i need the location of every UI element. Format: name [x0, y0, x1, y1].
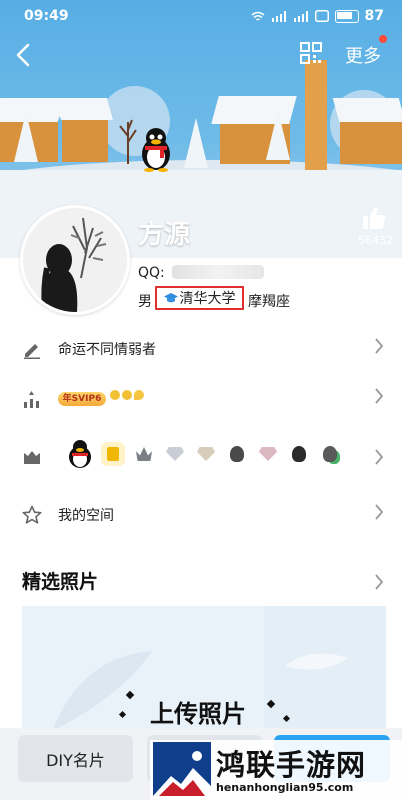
- tree-illustration: [266, 110, 290, 160]
- graduation-cap-icon: [163, 293, 178, 303]
- diamond-medal-icon: [163, 442, 187, 466]
- signal-icon: [271, 10, 286, 22]
- crown-medal-icon: [132, 442, 156, 466]
- qq-number-hidden: [172, 265, 264, 279]
- chevron-right-icon: [375, 504, 384, 520]
- signature-text: 命运不同情弱者: [58, 342, 156, 358]
- moon-level-icon: [134, 390, 144, 400]
- more-button[interactable]: 更多: [345, 42, 381, 68]
- avatar-image: [23, 208, 127, 312]
- like-count: 56432: [358, 234, 393, 247]
- tree-illustration: [14, 112, 38, 162]
- penguin-crown-medal-icon: [225, 442, 249, 466]
- roof-illustration: [332, 98, 402, 122]
- hd-icon: [314, 10, 329, 22]
- penguin-medal-icon: [287, 442, 311, 466]
- wifi-icon: [251, 11, 264, 21]
- status-bar: 09:49 87: [0, 0, 402, 34]
- sun-level-icon: [122, 390, 132, 400]
- watermark-logo-icon: [153, 742, 211, 796]
- level-badges: [110, 390, 144, 400]
- chevron-right-icon: [375, 388, 384, 404]
- signature-row[interactable]: 命运不同情弱者: [0, 321, 402, 377]
- medal-list: [66, 439, 342, 469]
- medals-row[interactable]: [0, 429, 402, 485]
- zodiac-label: 摩羯座: [248, 294, 290, 310]
- penguin-medal-icon: [318, 442, 342, 466]
- diy-card-label: DIY名片: [46, 750, 105, 770]
- star-icon: [22, 505, 42, 524]
- my-space-row[interactable]: 我的空间: [0, 487, 402, 543]
- qr-code-icon[interactable]: [300, 42, 322, 64]
- svip-badge: 年SVIP6: [58, 392, 106, 406]
- tower-illustration: [305, 60, 327, 170]
- thumbs-up-icon[interactable]: [361, 205, 387, 231]
- status-icons: 87: [251, 8, 384, 24]
- crown-box-icon: [24, 451, 40, 464]
- roof-illustration: [55, 98, 113, 120]
- feather-decoration: [285, 653, 348, 670]
- diy-card-button[interactable]: DIY名片: [18, 735, 133, 782]
- chevron-right-icon: [375, 449, 384, 465]
- gender-label: 男: [138, 294, 152, 310]
- back-arrow-icon[interactable]: [10, 38, 38, 72]
- tree-illustration: [184, 118, 208, 168]
- gold-medal-icon: [101, 442, 125, 466]
- qq-label: QQ:: [138, 265, 165, 281]
- watermark-title: 鸿联手游网: [216, 748, 367, 782]
- level-up-icon: [24, 391, 39, 408]
- house-illustration: [62, 118, 108, 162]
- penguin-mascot-icon: [142, 128, 170, 172]
- battery-level: 87: [364, 8, 384, 24]
- pen-icon: [24, 344, 40, 359]
- featured-photos-title: 精选照片: [22, 571, 99, 593]
- penguin-medal-icon: [69, 440, 91, 468]
- my-space-label: 我的空间: [58, 508, 114, 524]
- chevron-right-icon[interactable]: [374, 573, 384, 591]
- profile-name: 方源: [138, 220, 191, 250]
- watermark-url: henanhonglian95.com: [216, 781, 354, 794]
- house-illustration: [340, 120, 402, 164]
- chevron-right-icon: [375, 338, 384, 354]
- school-label-highlight: 清华大学: [155, 286, 244, 310]
- feather-decoration: [52, 651, 152, 731]
- signal-icon: [293, 10, 308, 22]
- notification-dot: [379, 35, 387, 43]
- vip-level-row[interactable]: 年SVIP6: [0, 371, 402, 427]
- status-time: 09:49: [24, 8, 69, 24]
- battery-icon: [334, 9, 359, 23]
- pink-diamond-medal-icon: [256, 442, 280, 466]
- sun-level-icon: [110, 390, 120, 400]
- diamond-medal-icon: [194, 442, 218, 466]
- school-name: 清华大学: [179, 291, 236, 307]
- avatar[interactable]: [20, 205, 130, 315]
- upload-photo-button[interactable]: 上传照片: [150, 694, 246, 729]
